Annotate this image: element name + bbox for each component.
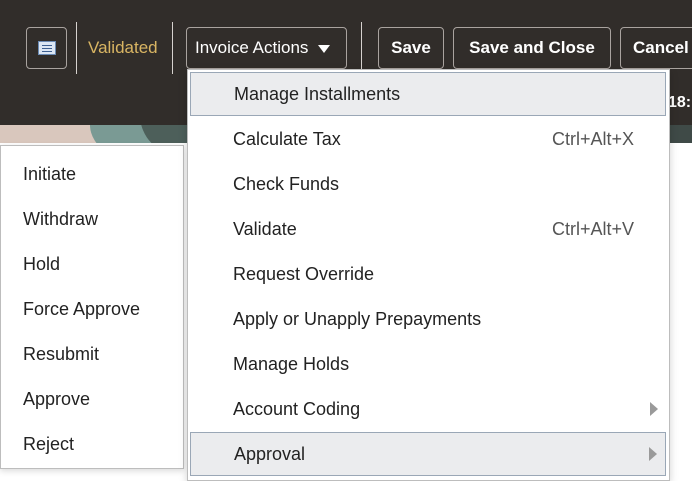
toolbar-divider	[361, 22, 362, 74]
menu-item-account-coding[interactable]: Account Coding	[190, 387, 666, 431]
menu-item-label: Account Coding	[233, 398, 361, 419]
invoice-actions-button[interactable]: Invoice Actions	[186, 27, 347, 69]
menu-item-label: Calculate Tax	[233, 128, 341, 149]
menu-item-check-funds[interactable]: Check Funds	[190, 162, 666, 206]
toolbar-divider	[76, 22, 77, 74]
menu-item-shortcut: Ctrl+Alt+X	[551, 128, 634, 149]
menu-item-request-override[interactable]: Request Override	[190, 252, 666, 296]
approval-force-approve-item[interactable]: Force Approve	[23, 299, 140, 320]
menu-item-shortcut: Ctrl+Alt+V	[551, 218, 634, 239]
menu-item-approval[interactable]: Approval	[190, 432, 666, 476]
document-icon	[37, 41, 56, 55]
menu-item-calculate-tax[interactable]: Calculate Tax Ctrl+Alt+X	[190, 117, 666, 161]
document-view-button[interactable]	[26, 27, 67, 69]
approval-hold-item[interactable]: Hold	[23, 254, 60, 275]
toolbar-divider	[172, 22, 173, 74]
approval-approve-item[interactable]: Approve	[23, 389, 90, 410]
approval-submenu: Initiate Withdraw Hold Force Approve Res…	[0, 145, 184, 469]
validation-status: Validated	[88, 38, 158, 57]
approval-initiate-item[interactable]: Initiate	[23, 164, 76, 185]
menu-item-label: Check Funds	[233, 173, 340, 194]
save-button[interactable]: Save	[378, 27, 444, 69]
clock-text: 18:	[668, 94, 692, 111]
caret-down-icon	[318, 45, 331, 53]
menu-item-label: Request Override	[233, 263, 375, 284]
menu-item-manage-holds[interactable]: Manage Holds	[190, 342, 666, 386]
cancel-button[interactable]: Cancel	[620, 27, 692, 69]
approval-resubmit-item[interactable]: Resubmit	[23, 344, 99, 365]
chevron-right-icon	[650, 402, 658, 416]
menu-item-label: Apply or Unapply Prepayments	[233, 308, 482, 329]
menu-item-apply-prepayments[interactable]: Apply or Unapply Prepayments	[190, 297, 666, 341]
menu-item-validate[interactable]: Validate Ctrl+Alt+V	[190, 207, 666, 251]
invoice-actions-label: Invoice Actions	[195, 38, 309, 57]
approval-withdraw-item[interactable]: Withdraw	[23, 209, 98, 230]
menu-item-label: Approval	[234, 443, 306, 464]
chevron-right-icon	[649, 447, 657, 461]
invoice-actions-menu: Manage Installments Calculate Tax Ctrl+A…	[187, 69, 670, 481]
menu-item-manage-installments[interactable]: Manage Installments	[190, 72, 666, 116]
menu-item-label: Manage Holds	[233, 353, 350, 374]
menu-item-label: Manage Installments	[234, 83, 401, 104]
menu-item-label: Validate	[233, 218, 297, 239]
approval-reject-item[interactable]: Reject	[23, 434, 74, 455]
save-and-close-button[interactable]: Save and Close	[453, 27, 611, 69]
